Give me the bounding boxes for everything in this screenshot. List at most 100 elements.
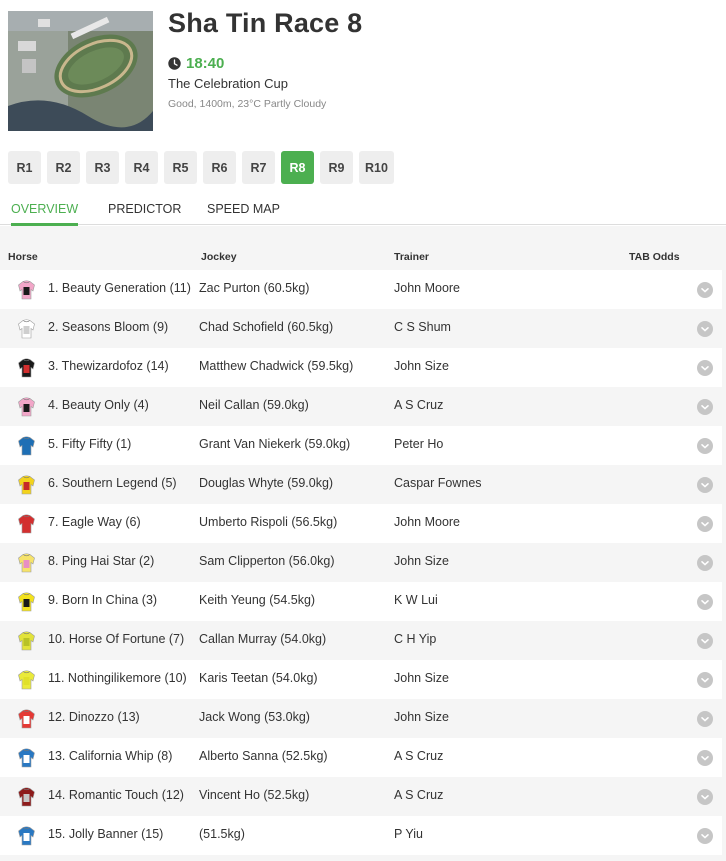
jockey-silk-icon xyxy=(17,670,36,690)
race-title: Sha Tin Race 8 xyxy=(168,8,363,38)
trainer-name: Caspar Fownes xyxy=(394,476,482,490)
race-tab-r4[interactable]: R4 xyxy=(125,151,158,184)
table-row[interactable]: 5. Fifty Fifty (1) Grant Van Niekerk (59.… xyxy=(0,426,722,465)
race-tab-r10[interactable]: R10 xyxy=(359,151,394,184)
chevron-down-icon[interactable] xyxy=(697,555,713,571)
race-tab-r3[interactable]: R3 xyxy=(86,151,119,184)
jockey-name: Matthew Chadwick (59.5kg) xyxy=(199,359,354,373)
trainer-name: A S Cruz xyxy=(394,788,444,802)
tab-speed-map[interactable]: SPEED MAP xyxy=(207,195,280,225)
tab-predictor[interactable]: PREDICTOR xyxy=(108,195,181,225)
jockey-name: Grant Van Niekerk (59.0kg) xyxy=(199,437,351,451)
horse-name: 12. Dinozzo (13) xyxy=(48,710,140,724)
jockey-silk-icon xyxy=(17,436,36,456)
horse-name: 7. Eagle Way (6) xyxy=(48,515,141,529)
race-time-row: 18:40 xyxy=(168,55,224,72)
race-selector: R1 R2 R3 R4 R5 R6 R7 R8 R9 R10 xyxy=(8,151,394,184)
chevron-down-icon[interactable] xyxy=(697,828,713,844)
jockey-name: Keith Yeung (54.5kg) xyxy=(199,593,316,607)
tab-overview[interactable]: OVERVIEW xyxy=(11,195,79,226)
chevron-down-icon[interactable] xyxy=(697,516,713,532)
horse-name: 14. Romantic Touch (12) xyxy=(48,788,184,802)
jockey-name: Douglas Whyte (59.0kg) xyxy=(199,476,334,490)
jockey-name: Karis Teetan (54.0kg) xyxy=(199,671,318,685)
trainer-name: Peter Ho xyxy=(394,437,444,451)
horse-name: 6. Southern Legend (5) xyxy=(48,476,177,490)
chevron-down-icon[interactable] xyxy=(697,282,713,298)
trainer-name: K W Lui xyxy=(394,593,438,607)
race-tab-r2[interactable]: R2 xyxy=(47,151,80,184)
jockey-silk-icon xyxy=(17,358,36,378)
jockey-name: Vincent Ho (52.5kg) xyxy=(199,788,310,802)
trainer-name: P Yiu xyxy=(394,827,423,841)
chevron-down-icon[interactable] xyxy=(697,711,713,727)
header-trainer: Trainer xyxy=(394,251,430,263)
table-row[interactable]: 9. Born In China (3) Keith Yeung (54.5kg)… xyxy=(0,582,722,621)
chevron-down-icon[interactable] xyxy=(697,360,713,376)
trainer-name: John Size xyxy=(394,671,449,685)
chevron-down-icon[interactable] xyxy=(697,321,713,337)
horse-name: 1. Beauty Generation (11) xyxy=(48,281,191,295)
jockey-name: Neil Callan (59.0kg) xyxy=(199,398,309,412)
table-row[interactable]: 13. California Whip (8) Alberto Sanna (52… xyxy=(0,738,722,777)
trainer-name: John Moore xyxy=(394,515,461,529)
jockey-silk-icon xyxy=(17,826,36,846)
table-body: 1. Beauty Generation (11) Zac Purton (60.… xyxy=(0,270,722,855)
table-row[interactable]: 1. Beauty Generation (11) Zac Purton (60.… xyxy=(0,270,722,309)
chevron-down-icon[interactable] xyxy=(697,477,713,493)
chevron-down-icon[interactable] xyxy=(697,672,713,688)
table-row[interactable]: 11. Nothingilikemore (10) Karis Teetan (5… xyxy=(0,660,722,699)
jockey-silk-icon xyxy=(17,631,36,651)
table-row[interactable]: 7. Eagle Way (6) Umberto Rispoli (56.5kg)… xyxy=(0,504,722,543)
header-horse: Horse xyxy=(8,251,38,263)
horse-name: 4. Beauty Only (4) xyxy=(48,398,149,412)
table-row[interactable]: 10. Horse Of Fortune (7) Callan Murray (5… xyxy=(0,621,722,660)
table-row[interactable]: 8. Ping Hai Star (2) Sam Clipperton (56.0… xyxy=(0,543,722,582)
jockey-name: Zac Purton (60.5kg) xyxy=(199,281,310,295)
jockey-silk-icon xyxy=(17,319,36,339)
jockey-silk-icon xyxy=(17,748,36,768)
jockey-silk-icon xyxy=(17,553,36,573)
trainer-name: C S Shum xyxy=(394,320,451,334)
jockey-name: Jack Wong (53.0kg) xyxy=(199,710,310,724)
chevron-down-icon[interactable] xyxy=(697,594,713,610)
trainer-name: John Moore xyxy=(394,281,461,295)
jockey-name: Alberto Sanna (52.5kg) xyxy=(199,749,328,763)
race-tab-r1[interactable]: R1 xyxy=(8,151,41,184)
clock-icon xyxy=(168,57,181,70)
header-jockey: Jockey xyxy=(201,251,237,263)
horse-name: 11. Nothingilikemore (10) xyxy=(48,671,187,685)
jockey-silk-icon xyxy=(17,787,36,807)
table-row[interactable]: 3. Thewizardofoz (14) Matthew Chadwick (5… xyxy=(0,348,722,387)
trainer-name: John Size xyxy=(394,359,449,373)
jockey-name: (51.5kg) xyxy=(199,827,245,841)
horse-name: 9. Born In China (3) xyxy=(48,593,158,607)
race-tab-r8[interactable]: R8 xyxy=(281,151,314,184)
horse-name: 15. Jolly Banner (15) xyxy=(48,827,164,841)
table-row[interactable]: 6. Southern Legend (5) Douglas Whyte (59.… xyxy=(0,465,722,504)
chevron-down-icon[interactable] xyxy=(697,399,713,415)
table-row[interactable]: 12. Dinozzo (13) Jack Wong (53.0kg) John S… xyxy=(0,699,722,738)
race-tab-r5[interactable]: R5 xyxy=(164,151,197,184)
horse-name: 8. Ping Hai Star (2) xyxy=(48,554,155,568)
table-row[interactable]: 14. Romantic Touch (12) Vincent Ho (52.5k… xyxy=(0,777,722,816)
jockey-silk-icon xyxy=(17,709,36,729)
race-tab-r6[interactable]: R6 xyxy=(203,151,236,184)
jockey-silk-icon xyxy=(17,514,36,534)
race-tab-r9[interactable]: R9 xyxy=(320,151,353,184)
chevron-down-icon[interactable] xyxy=(697,633,713,649)
table-row[interactable]: 2. Seasons Bloom (9) Chad Schofield (60.5… xyxy=(0,309,722,348)
jockey-name: Chad Schofield (60.5kg) xyxy=(199,320,334,334)
jockey-silk-icon xyxy=(17,280,36,300)
race-tab-r7[interactable]: R7 xyxy=(242,151,275,184)
table-row[interactable]: 15. Jolly Banner (15) (51.5kg) P Yiu xyxy=(0,816,722,855)
race-header: Sha Tin Race 8 18:40 The Celebration Cup… xyxy=(0,0,726,150)
table-row[interactable]: 4. Beauty Only (4) Neil Callan (59.0kg) A … xyxy=(0,387,722,426)
race-time: 18:40 xyxy=(186,55,225,72)
chevron-down-icon[interactable] xyxy=(697,438,713,454)
chevron-down-icon[interactable] xyxy=(697,750,713,766)
jockey-silk-icon xyxy=(17,397,36,417)
horse-name: 5. Fifty Fifty (1) xyxy=(48,437,132,451)
racecourse-image xyxy=(8,11,153,131)
chevron-down-icon[interactable] xyxy=(697,789,713,805)
